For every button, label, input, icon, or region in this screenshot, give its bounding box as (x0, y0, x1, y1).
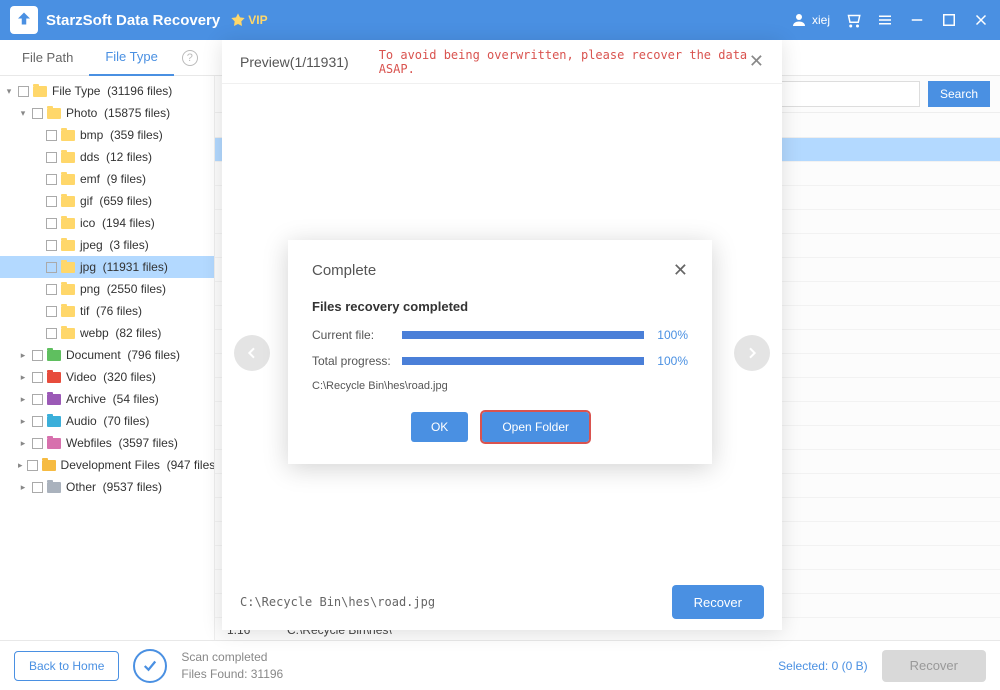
complete-dialog: Complete ✕ Files recovery completed Curr… (288, 240, 712, 464)
minimize-icon[interactable] (908, 11, 926, 29)
tree-item[interactable]: ▸Video (320 files) (0, 366, 214, 388)
app-title: StarzSoft Data Recovery (46, 12, 220, 29)
tree-item[interactable]: jpg (11931 files) (0, 256, 214, 278)
tree-item[interactable]: ▸Document (796 files) (0, 344, 214, 366)
close-icon[interactable] (972, 11, 990, 29)
preview-prev-button[interactable] (234, 335, 270, 371)
app-logo (10, 6, 38, 34)
current-file-label: Current file: (312, 328, 402, 342)
tree-item[interactable]: ▸Development Files (947 files) (0, 454, 214, 476)
preview-next-button[interactable] (734, 335, 770, 371)
cart-icon[interactable] (844, 11, 862, 29)
preview-recover-button[interactable]: Recover (672, 585, 764, 619)
tree-item[interactable]: ▸Webfiles (3597 files) (0, 432, 214, 454)
tab-file-type[interactable]: File Type (89, 40, 174, 76)
preview-warning: To avoid being overwritten, please recov… (379, 48, 749, 76)
dialog-close-icon[interactable]: ✕ (673, 260, 688, 281)
user-account[interactable]: xiej (790, 11, 830, 29)
vip-badge[interactable]: VIP (230, 12, 267, 28)
tree-item[interactable]: tif (76 files) (0, 300, 214, 322)
selected-count: Selected: 0 (0 B) (778, 659, 867, 673)
scan-complete-icon (133, 649, 167, 683)
tree-item[interactable]: webp (82 files) (0, 322, 214, 344)
file-tree-sidebar: ▾File Type (31196 files)▾Photo (15875 fi… (0, 76, 215, 640)
tree-item[interactable]: png (2550 files) (0, 278, 214, 300)
scan-status-text: Scan completed Files Found: 31196 (181, 649, 283, 683)
tree-item[interactable]: jpeg (3 files) (0, 234, 214, 256)
search-button[interactable]: Search (928, 81, 990, 107)
footer: Back to Home Scan completed Files Found:… (0, 640, 1000, 690)
maximize-icon[interactable] (940, 11, 958, 29)
preview-file-path: C:\Recycle Bin\hes\road.jpg (240, 595, 435, 609)
tree-item[interactable]: ico (194 files) (0, 212, 214, 234)
current-file-progress (402, 331, 644, 339)
open-folder-button[interactable]: Open Folder (482, 412, 589, 442)
tree-item[interactable]: ▸Audio (70 files) (0, 410, 214, 432)
tree-item[interactable]: ▸Archive (54 files) (0, 388, 214, 410)
tree-item[interactable]: ▸Other (9537 files) (0, 476, 214, 498)
dialog-title: Complete (312, 262, 376, 279)
tree-item[interactable]: bmp (359 files) (0, 124, 214, 146)
tree-item[interactable]: ▾File Type (31196 files) (0, 80, 214, 102)
ok-button[interactable]: OK (411, 412, 468, 442)
back-to-home-button[interactable]: Back to Home (14, 651, 119, 681)
menu-icon[interactable] (876, 11, 894, 29)
preview-close-icon[interactable]: ✕ (749, 51, 764, 72)
total-progress (402, 357, 644, 365)
help-icon[interactable]: ? (182, 50, 198, 66)
dialog-message: Files recovery completed (312, 299, 688, 314)
tree-item[interactable]: emf (9 files) (0, 168, 214, 190)
tree-item[interactable]: dds (12 files) (0, 146, 214, 168)
tree-item[interactable]: ▾Photo (15875 files) (0, 102, 214, 124)
preview-title: Preview(1/11931) (240, 54, 349, 70)
tab-file-path[interactable]: File Path (6, 40, 89, 76)
titlebar: StarzSoft Data Recovery VIP xiej (0, 0, 1000, 40)
recover-button-footer[interactable]: Recover (882, 650, 986, 682)
tree-item[interactable]: gif (659 files) (0, 190, 214, 212)
user-icon (790, 11, 808, 29)
total-progress-label: Total progress: (312, 354, 402, 368)
dialog-path: C:\Recycle Bin\hes\road.jpg (312, 380, 688, 392)
